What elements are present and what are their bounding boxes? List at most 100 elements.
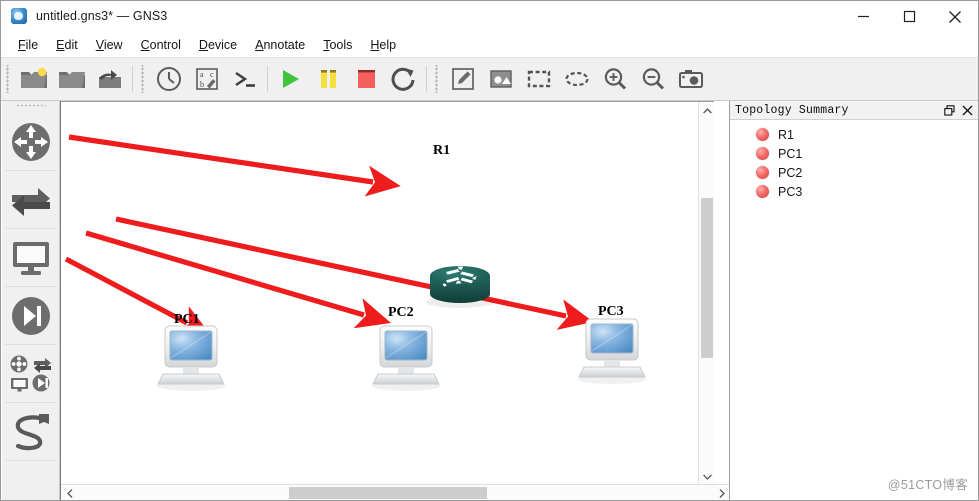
save-project-button[interactable] — [91, 60, 129, 98]
title-bar: untitled.gns3* — GNS3 — [1, 1, 978, 32]
status-led-icon — [756, 166, 769, 179]
maximize-button[interactable] — [886, 1, 932, 32]
toolbar-separator-3 — [426, 66, 427, 92]
canvas-horizontal-scrollbar[interactable] — [61, 484, 730, 500]
menu-control[interactable]: Control — [132, 35, 190, 55]
start-all-button[interactable] — [271, 60, 309, 98]
topology-canvas-area: R1 PC1 PC2 PC3 — [60, 101, 730, 500]
annotation-arrows — [64, 134, 594, 337]
screenshot-button[interactable] — [672, 60, 710, 98]
vertical-scroll-thumb[interactable] — [701, 198, 713, 358]
main-toolbar: a c b — [1, 57, 978, 101]
scroll-up-button[interactable] — [699, 102, 714, 119]
topology-summary-title: Topology Summary — [735, 103, 849, 117]
menu-annotate-rest: nnotate — [263, 37, 306, 52]
all-devices-grid-icon — [8, 354, 54, 394]
toolbar-grip[interactable] — [5, 65, 12, 93]
all-devices-button[interactable] — [4, 345, 57, 403]
menu-file[interactable]: File — [9, 35, 47, 55]
toolbar-grip-2[interactable] — [140, 65, 147, 93]
close-button[interactable] — [932, 1, 978, 32]
menu-tools[interactable]: Tools — [314, 35, 361, 55]
menu-file-rest: ile — [25, 37, 39, 52]
node-pc2-icon — [372, 325, 440, 391]
topology-summary-list[interactable]: R1 PC1 PC2 PC3 — [730, 120, 978, 500]
node-r1-label[interactable]: R1 — [433, 143, 450, 159]
suspend-all-button[interactable] — [309, 60, 347, 98]
snapshot-history-button[interactable] — [150, 60, 188, 98]
minimize-button[interactable] — [840, 1, 886, 32]
show-labels-button[interactable]: a c b — [188, 60, 226, 98]
draw-ellipse-button[interactable] — [558, 60, 596, 98]
toolbar-separator-2 — [267, 66, 268, 92]
router-four-arrows-icon — [8, 119, 54, 165]
topology-item-pc2[interactable]: PC2 — [730, 163, 978, 182]
status-led-icon — [756, 185, 769, 198]
draw-rectangle-button[interactable] — [520, 60, 558, 98]
svg-text:b: b — [200, 80, 204, 89]
menu-device[interactable]: Device — [190, 35, 246, 55]
menu-tools-rest: ools — [329, 37, 353, 52]
add-note-button[interactable] — [444, 60, 482, 98]
new-project-button[interactable] — [15, 60, 53, 98]
menu-help[interactable]: Help — [361, 35, 405, 55]
topology-item-r1[interactable]: R1 — [730, 125, 978, 144]
dock-close-button[interactable] — [960, 103, 975, 118]
arrow-to-pc3 — [115, 216, 594, 330]
gns3-main-window: untitled.gns3* — GNS3 File Edit View Con… — [0, 0, 979, 501]
zoom-out-button[interactable] — [634, 60, 672, 98]
menu-annotate[interactable]: Annotate — [246, 35, 314, 55]
menu-view-rest: iew — [103, 37, 123, 52]
scroll-down-button[interactable] — [699, 468, 714, 484]
stop-all-button[interactable] — [347, 60, 385, 98]
device-toolbar — [2, 101, 60, 500]
topology-item-label: R1 — [778, 127, 794, 142]
menu-control-rest: ontrol — [149, 37, 181, 52]
menu-help-rest: elp — [379, 37, 397, 52]
topology-item-label: PC3 — [778, 184, 803, 199]
node-pc3-icon — [578, 318, 646, 384]
toolbar-grip-3[interactable] — [434, 65, 441, 93]
watermark: @51CTO博客 — [887, 478, 968, 492]
menu-edit-rest: dit — [64, 37, 78, 52]
arrow-to-r1 — [68, 134, 401, 197]
security-devices-button[interactable] — [4, 287, 57, 345]
window-title: untitled.gns3* — GNS3 — [36, 9, 168, 23]
zoom-in-button[interactable] — [596, 60, 634, 98]
topology-summary-titlebar: Topology Summary — [730, 101, 978, 120]
node-pc3-label[interactable]: PC3 — [598, 304, 624, 320]
menu-edit[interactable]: Edit — [47, 35, 87, 55]
monitor-icon — [8, 238, 54, 278]
open-project-button[interactable] — [53, 60, 91, 98]
menu-view[interactable]: View — [87, 35, 132, 55]
topology-item-pc1[interactable]: PC1 — [730, 144, 978, 163]
node-pc1-label[interactable]: PC1 — [174, 312, 200, 328]
svg-text:a: a — [200, 70, 204, 79]
topology-item-label: PC2 — [778, 165, 803, 180]
console-button[interactable] — [226, 60, 264, 98]
routers-button[interactable] — [4, 113, 57, 171]
canvas-annotations-layer — [64, 134, 646, 391]
topology-item-pc3[interactable]: PC3 — [730, 182, 978, 201]
status-led-icon — [756, 128, 769, 141]
node-r1-icon — [426, 266, 494, 308]
cable-link-icon — [8, 410, 54, 454]
menu-device-rest: evice — [207, 37, 238, 52]
node-pc2-label[interactable]: PC2 — [388, 305, 414, 321]
insert-image-button[interactable] — [482, 60, 520, 98]
dock-float-button[interactable] — [942, 103, 957, 118]
canvas-vertical-scrollbar[interactable] — [698, 102, 714, 484]
switches-button[interactable] — [4, 171, 57, 229]
horizontal-scroll-thumb[interactable] — [289, 487, 487, 499]
scroll-left-button[interactable] — [61, 485, 78, 500]
add-link-button[interactable] — [4, 403, 57, 461]
scroll-right-button[interactable] — [713, 485, 730, 500]
toolbar-separator-1 — [132, 66, 133, 92]
topology-summary-panel: Topology Summary R1 PC1 PC2 PC3 — [729, 101, 978, 500]
topology-canvas[interactable]: R1 PC1 PC2 PC3 — [61, 101, 714, 484]
window-controls — [840, 1, 978, 32]
end-devices-button[interactable] — [4, 229, 57, 287]
device-toolbar-grip[interactable] — [15, 104, 46, 111]
topology-item-label: PC1 — [778, 146, 803, 161]
reload-all-button[interactable] — [385, 60, 423, 98]
